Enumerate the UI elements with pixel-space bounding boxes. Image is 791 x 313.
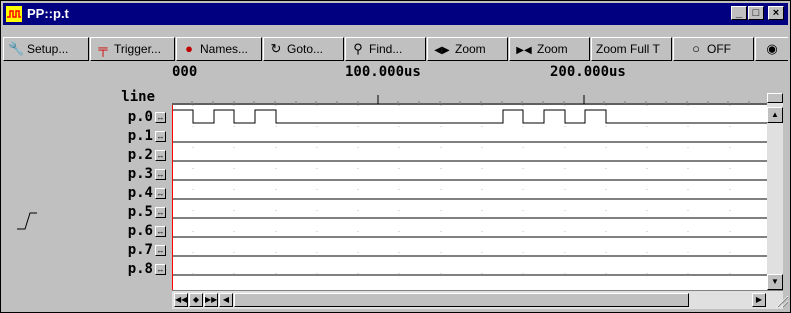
rising-edge-icon — [17, 212, 37, 230]
signal-toggle-p5[interactable]: ↔ — [155, 207, 166, 218]
zoom-full-button[interactable]: Zoom Full T — [591, 37, 672, 61]
trigger-label: Trigger... — [114, 42, 161, 56]
goto-cursor-button[interactable]: ◆ — [189, 293, 203, 307]
maximize-button[interactable]: □ — [748, 6, 764, 20]
waveform-traces — [173, 105, 768, 290]
toolbar: 🔧 Setup... ╤ Trigger... ● Names... ↻ Goto...… — [3, 27, 788, 63]
zoom-full-label: Zoom Full T — [596, 42, 660, 56]
zoom-in-label: Zoom — [537, 42, 568, 56]
waveform-area[interactable] — [172, 105, 768, 290]
find-button[interactable]: ⚲ Find... — [345, 37, 426, 61]
zoom-in-button[interactable]: ▶◀ Zoom — [509, 37, 590, 61]
signal-toggle-p2[interactable]: ↔ — [155, 150, 166, 161]
off-label: OFF — [707, 42, 731, 56]
close-button[interactable]: × — [768, 6, 784, 20]
signal-label-p8[interactable]: p.8 — [71, 261, 153, 277]
setup-button[interactable]: 🔧 Setup... — [3, 37, 89, 61]
zoom-out-icon: ◀▶ — [434, 45, 450, 56]
off-button[interactable]: ○ OFF — [673, 37, 754, 61]
signal-label-p0[interactable]: p.0 — [71, 109, 153, 125]
signal-label-p3[interactable]: p.3 — [71, 166, 153, 182]
minimize-button[interactable]: _ — [731, 6, 747, 20]
zoom-out-label: Zoom — [455, 42, 486, 56]
signal-label-p2[interactable]: p.2 — [71, 147, 153, 163]
goto-start-button[interactable]: ◀◀ — [174, 293, 188, 307]
signal-toggle-p6[interactable]: ↔ — [155, 226, 166, 237]
signal-toggle-p1[interactable]: ↔ — [155, 131, 166, 142]
off-circle-icon: ○ — [692, 41, 700, 56]
signal-toggle-p3[interactable]: ↔ — [155, 169, 166, 180]
signal-label-p1[interactable]: p.1 — [71, 128, 153, 144]
scroll-up-button[interactable]: ▲ — [767, 107, 783, 123]
signal-toggle-p0[interactable]: ↔ — [155, 112, 166, 123]
wrench-icon: 🔧 — [8, 41, 25, 56]
find-label: Find... — [369, 42, 403, 56]
window-title: PP::p.t — [27, 6, 69, 21]
ruler-ticks — [172, 95, 767, 105]
record-button[interactable]: ◉ — [755, 37, 788, 61]
goto-end-button[interactable]: ▶▶ — [204, 293, 218, 307]
signal-toggle-p7[interactable]: ↔ — [155, 245, 166, 256]
zoom-in-icon: ▶◀ — [516, 45, 532, 56]
line-column-header: line — [121, 89, 155, 105]
signal-label-p6[interactable]: p.6 — [71, 223, 153, 239]
trace-p0 — [173, 109, 768, 124]
resize-grip-icon[interactable] — [773, 292, 789, 308]
goto-button[interactable]: ↻ Goto... — [263, 37, 344, 61]
waveform-app-icon — [6, 6, 22, 22]
vscroll-thumb[interactable] — [767, 93, 783, 103]
title-bar[interactable]: PP::p.t _ □ × — [3, 3, 788, 25]
setup-label: Setup... — [27, 42, 69, 56]
scroll-right-button[interactable]: ▶ — [752, 293, 766, 307]
goto-label: Goto... — [287, 42, 324, 56]
signal-label-p4[interactable]: p.4 — [71, 185, 153, 201]
names-label: Names... — [200, 42, 249, 56]
zoom-out-button[interactable]: ◀▶ Zoom — [427, 37, 508, 61]
goto-icon: ↻ — [270, 41, 282, 56]
signal-label-p7[interactable]: p.7 — [71, 242, 153, 258]
scroll-down-button[interactable]: ▼ — [767, 274, 783, 290]
names-button[interactable]: ● Names... — [176, 37, 262, 61]
names-icon: ● — [185, 41, 193, 56]
trigger-icon: ╤ — [98, 41, 108, 56]
trigger-button[interactable]: ╤ Trigger... — [90, 37, 175, 61]
signal-toggle-p4[interactable]: ↔ — [155, 188, 166, 199]
signal-toggle-p8[interactable]: ↔ — [155, 264, 166, 275]
time-ruler[interactable]: 000 100.000us 200.000us — [172, 63, 767, 105]
binoculars-icon: ⚲ — [353, 41, 363, 56]
logic-analyzer-window: PP::p.t _ □ × 🔧 Setup... ╤ Trigger... ● Nam… — [0, 0, 791, 313]
hscroll-thumb[interactable] — [234, 293, 689, 307]
scroll-left-button[interactable]: ◀ — [219, 293, 233, 307]
record-icon: ◉ — [766, 41, 778, 56]
signal-label-p5[interactable]: p.5 — [71, 204, 153, 220]
vertical-scrollbar[interactable]: ▲ ▼ — [767, 93, 783, 290]
horizontal-scrollbar[interactable]: ◀◀ ◆ ▶▶ ◀ ▶ — [172, 290, 783, 309]
